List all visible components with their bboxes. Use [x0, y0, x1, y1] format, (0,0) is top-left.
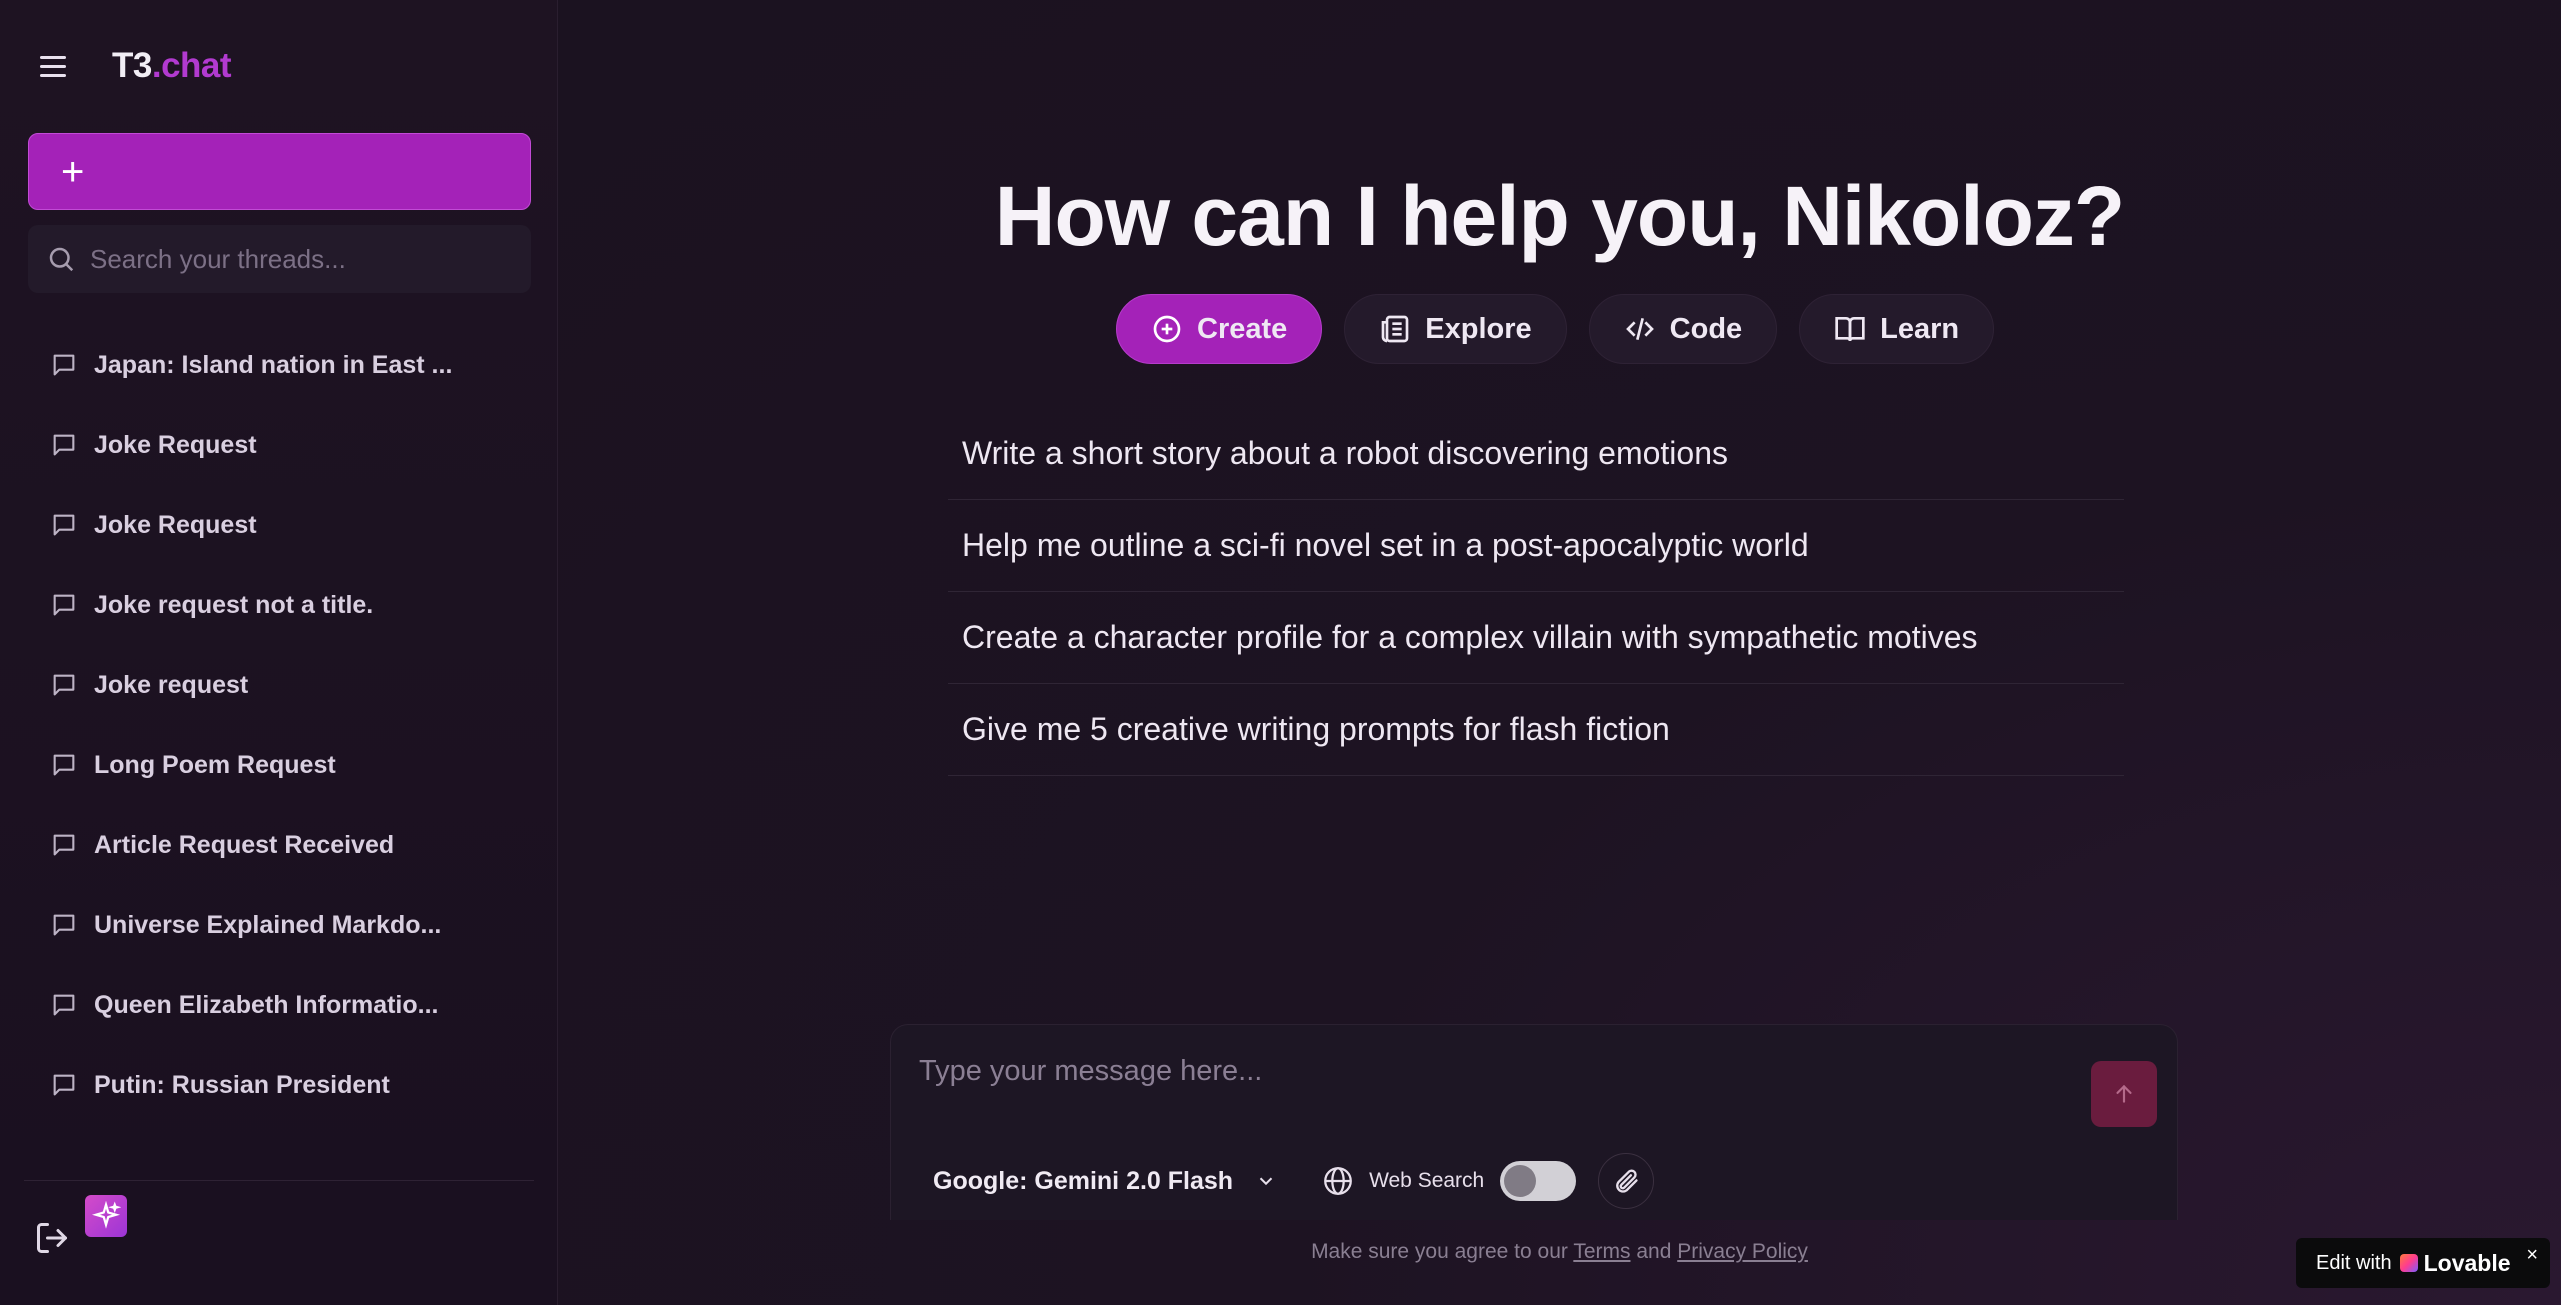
- newspaper-icon: [1381, 315, 1409, 343]
- tab-explore[interactable]: Explore: [1344, 294, 1567, 364]
- suggestion-item[interactable]: Write a short story about a robot discov…: [948, 408, 2124, 500]
- tab-code[interactable]: Code: [1588, 294, 1778, 364]
- web-search-toggle[interactable]: [1500, 1161, 1577, 1201]
- chat-bubble-icon: [53, 914, 75, 936]
- code-icon: [1625, 318, 1654, 340]
- logout-icon[interactable]: [34, 1220, 70, 1256]
- thread-item[interactable]: Putin: Russian President: [28, 1045, 531, 1125]
- tab-label: Learn: [1880, 312, 1960, 345]
- send-button[interactable]: [2091, 1061, 2157, 1127]
- tab-label: Create: [1197, 312, 1288, 345]
- plus-icon: +: [61, 149, 85, 194]
- chat-bubble-icon: [53, 994, 75, 1016]
- page-title: How can I help you, Nikoloz?: [994, 169, 2125, 263]
- app-root: T3.chat + Japan: Island nation in East .…: [0, 0, 2561, 1305]
- chat-bubble-icon: [53, 354, 75, 376]
- suggestion-item[interactable]: Create a character profile for a complex…: [948, 592, 2124, 684]
- thread-list: Japan: Island nation in East ... Joke Req…: [28, 325, 531, 1125]
- chat-bubble-icon: [53, 514, 75, 536]
- tab-create[interactable]: Create: [1116, 294, 1323, 364]
- suggestion-item[interactable]: Give me 5 creative writing prompts for f…: [948, 684, 2124, 776]
- thread-label: Joke Request: [94, 430, 257, 459]
- book-icon: [1835, 317, 1865, 342]
- close-icon[interactable]: ×: [2526, 1244, 2538, 1267]
- toggle-knob: [1504, 1165, 1537, 1197]
- thread-label: Japan: Island nation in East ...: [94, 350, 453, 379]
- lovable-logo-icon: [2399, 1254, 2418, 1272]
- terms-notice: Make sure you agree to our Terms and Pri…: [558, 1240, 2561, 1264]
- web-search-label: Web Search: [1369, 1169, 1485, 1192]
- tab-label: Code: [1669, 312, 1743, 345]
- paperclip-icon: [1616, 1169, 1638, 1193]
- lovable-badge[interactable]: Edit with Lovable ×: [2296, 1238, 2550, 1288]
- thread-label: Putin: Russian President: [94, 1070, 390, 1099]
- chevron-down-icon: [1259, 1177, 1273, 1186]
- search-input[interactable]: [90, 243, 531, 275]
- thread-item[interactable]: Long Poem Request: [28, 725, 531, 805]
- thread-item[interactable]: Article Request Received: [28, 805, 531, 885]
- model-label: Google: Gemini 2.0 Flash: [933, 1166, 1234, 1195]
- thread-label: Joke request not a title.: [94, 590, 374, 619]
- message-input[interactable]: [919, 1055, 2019, 1105]
- category-tabs: Create Explore Code Learn: [1116, 294, 1995, 364]
- thread-item[interactable]: Universe Explained Markdo...: [28, 885, 531, 965]
- badge-prefix: Edit with: [2316, 1251, 2392, 1274]
- thread-item[interactable]: Joke Request: [28, 485, 531, 565]
- terms-and: and: [1630, 1240, 1678, 1263]
- chat-bubble-icon: [53, 1074, 75, 1096]
- sidebar-divider: [24, 1180, 534, 1181]
- plus-circle-icon: [1153, 315, 1181, 343]
- new-chat-button[interactable]: +: [28, 133, 531, 210]
- sidebar-header: T3.chat: [40, 44, 232, 88]
- message-composer: Google: Gemini 2.0 Flash Web Search: [890, 1024, 2178, 1220]
- main-panel: How can I help you, Nikoloz? Create Expl…: [558, 0, 2561, 1305]
- thread-label: Article Request Received: [94, 830, 395, 859]
- chat-bubble-icon: [53, 834, 75, 856]
- sparkle-icon[interactable]: [85, 1195, 127, 1237]
- chat-bubble-icon: [53, 674, 75, 696]
- web-search-control[interactable]: Web Search: [1321, 1161, 1577, 1201]
- brand-accent: .chat: [151, 46, 232, 85]
- tab-learn[interactable]: Learn: [1799, 294, 1995, 364]
- arrow-up-icon: [2116, 1084, 2132, 1103]
- sidebar: T3.chat + Japan: Island nation in East .…: [0, 0, 558, 1305]
- chat-bubble-icon: [53, 594, 75, 616]
- globe-icon: [1324, 1167, 1352, 1195]
- thread-item[interactable]: Joke request not a title.: [28, 565, 531, 645]
- attach-button[interactable]: [1598, 1153, 1655, 1209]
- chat-bubble-icon: [53, 434, 75, 456]
- thread-label: Queen Elizabeth Informatio...: [94, 990, 439, 1019]
- thread-item[interactable]: Joke Request: [28, 405, 531, 485]
- chat-bubble-icon: [53, 754, 75, 776]
- search-icon: [49, 247, 74, 272]
- thread-label: Long Poem Request: [94, 750, 336, 779]
- menu-icon[interactable]: [40, 50, 72, 82]
- thread-item[interactable]: Joke request: [28, 645, 531, 725]
- thread-item[interactable]: Queen Elizabeth Informatio...: [28, 965, 531, 1045]
- terms-prefix: Make sure you agree to our: [1311, 1240, 1574, 1263]
- tab-label: Explore: [1425, 312, 1532, 345]
- thread-search: [28, 225, 531, 293]
- privacy-link[interactable]: Privacy Policy: [1677, 1240, 1808, 1263]
- thread-label: Joke Request: [94, 510, 257, 539]
- model-selector[interactable]: Google: Gemini 2.0 Flash: [933, 1167, 1277, 1196]
- terms-link[interactable]: Terms: [1573, 1240, 1630, 1263]
- suggestion-list: Write a short story about a robot discov…: [948, 408, 2124, 776]
- badge-brand: Lovable: [2423, 1249, 2511, 1276]
- thread-label: Joke request: [94, 670, 249, 699]
- suggestion-item[interactable]: Help me outline a sci-fi novel set in a …: [948, 500, 2124, 592]
- thread-label: Universe Explained Markdo...: [94, 910, 442, 939]
- thread-item[interactable]: Japan: Island nation in East ...: [28, 325, 531, 405]
- app-logo[interactable]: T3.chat: [112, 46, 232, 86]
- composer-toolbar: Google: Gemini 2.0 Flash Web Search: [933, 1153, 1655, 1209]
- brand-main: T3: [112, 46, 152, 85]
